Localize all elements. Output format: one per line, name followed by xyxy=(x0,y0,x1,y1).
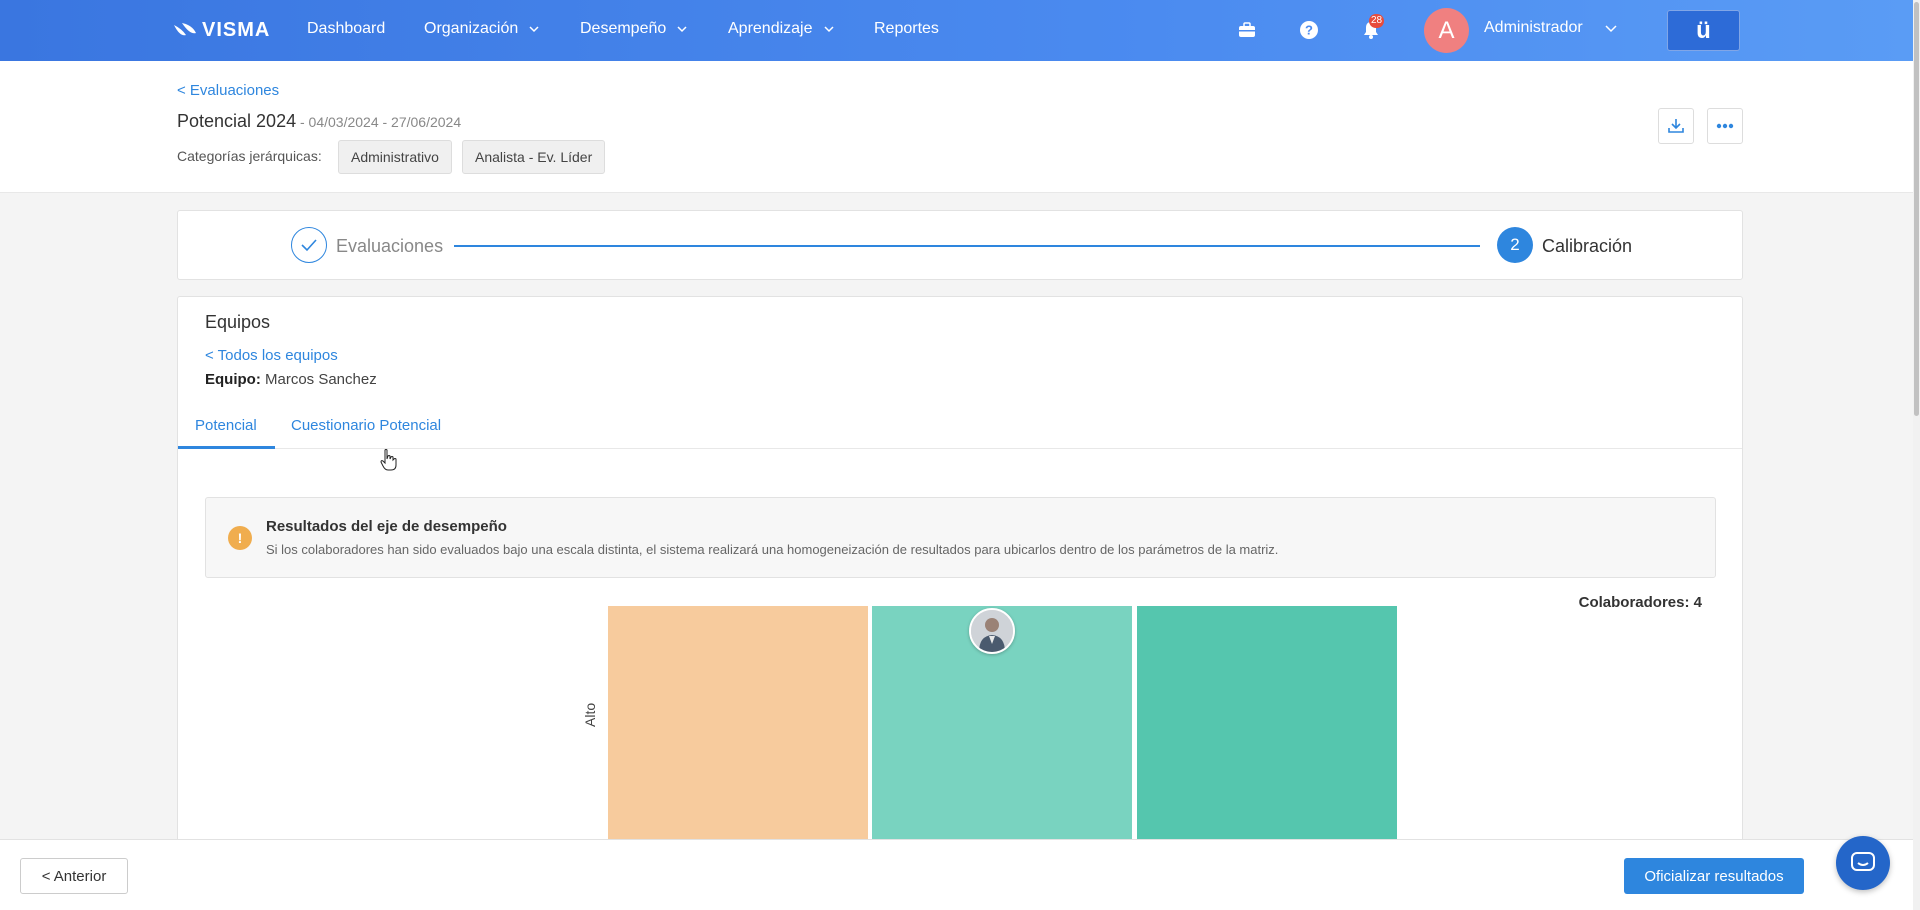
tab-cuestionario-potencial[interactable]: Cuestionario Potencial xyxy=(291,417,441,434)
collaborators-value: 4 xyxy=(1689,594,1702,611)
active-tab-indicator xyxy=(178,446,275,449)
more-options-button[interactable] xyxy=(1707,108,1743,144)
nav-organizacion[interactable]: Organización xyxy=(424,20,540,38)
chevron-down-icon[interactable] xyxy=(1604,24,1618,34)
notification-badge: 28 xyxy=(1369,14,1385,28)
team-name: Marcos Sanchez xyxy=(260,371,377,388)
step-calibracion-number[interactable]: 2 xyxy=(1497,227,1533,263)
teams-card: Equipos < Todos los equipos Equipo: Marc… xyxy=(177,296,1743,910)
page-title: Potencial 2024 - 04/03/2024 - 27/06/2024 xyxy=(177,111,461,132)
ellipsis-icon xyxy=(1716,123,1734,129)
top-navbar: VISMA Dashboard Organización Desempeño A… xyxy=(0,0,1920,61)
warning-icon: ! xyxy=(228,526,252,550)
tabs-bar: Potencial Cuestionario Potencial xyxy=(178,407,1742,449)
user-name[interactable]: Administrador xyxy=(1484,19,1583,37)
step-connector xyxy=(454,245,1480,247)
chevron-down-icon xyxy=(823,26,834,33)
alert-title: Resultados del eje de desempeño xyxy=(266,518,507,535)
nav-desempeno-label: Desempeño xyxy=(580,20,667,37)
alert-text: Si los colaboradores han sido evaluados … xyxy=(266,542,1279,557)
nav-reportes[interactable]: Reportes xyxy=(874,20,939,38)
help-icon[interactable]: ? xyxy=(1298,19,1320,41)
evaluation-title: Potencial 2024 xyxy=(177,111,297,131)
visma-logo-icon xyxy=(174,23,196,36)
step-calibracion-label[interactable]: Calibración xyxy=(1542,236,1632,257)
evaluation-dates: - 04/03/2024 - 27/06/2024 xyxy=(296,114,462,130)
step-evaluaciones-label[interactable]: Evaluaciones xyxy=(336,236,443,257)
visma-logo[interactable]: VISMA xyxy=(172,18,270,42)
collaborators-label: Colaboradores: xyxy=(1578,594,1690,611)
card-title: Equipos xyxy=(205,312,271,332)
user-avatar[interactable]: A xyxy=(1424,8,1469,53)
categories-label: Categorías jerárquicas: xyxy=(177,148,322,164)
svg-text:?: ? xyxy=(1305,23,1313,38)
team-label: Equipo: xyxy=(205,371,261,388)
back-to-evaluaciones-link[interactable]: < Evaluaciones xyxy=(177,82,279,99)
nav-dashboard[interactable]: Dashboard xyxy=(307,20,385,38)
collaborators-count: Colaboradores: 4 xyxy=(1579,594,1702,611)
nav-desempeno[interactable]: Desempeño xyxy=(580,20,688,38)
footer-bar: < Anterior Oficializar resultados xyxy=(0,839,1913,910)
all-teams-link[interactable]: < Todos los equipos xyxy=(205,347,338,364)
officialize-results-button[interactable]: Oficializar resultados xyxy=(1624,858,1804,894)
nav-reportes-label: Reportes xyxy=(874,20,939,37)
tab-potencial[interactable]: Potencial xyxy=(195,417,257,434)
app-switcher-button[interactable]: ü xyxy=(1667,10,1740,51)
download-icon xyxy=(1668,119,1684,133)
step-completed-check-icon[interactable] xyxy=(291,227,327,263)
nav-aprendizaje[interactable]: Aprendizaje xyxy=(728,20,835,38)
hand-cursor-icon xyxy=(380,449,397,471)
matrix-row-label: Alto xyxy=(582,702,598,727)
progress-stepper: Evaluaciones 2 Calibración xyxy=(177,210,1743,280)
collaborator-avatar[interactable] xyxy=(969,608,1015,654)
chevron-down-icon xyxy=(677,26,687,33)
chat-button[interactable] xyxy=(1836,836,1890,890)
nav-aprendizaje-label: Aprendizaje xyxy=(728,20,813,37)
nav-dashboard-label: Dashboard xyxy=(307,20,386,37)
category-chip: Administrativo xyxy=(338,140,452,174)
chat-icon xyxy=(1851,852,1875,871)
previous-button[interactable]: < Anterior xyxy=(20,858,128,894)
logo-text: VISMA xyxy=(202,18,271,41)
nav-organizacion-label: Organización xyxy=(424,20,519,37)
scrollbar-thumb[interactable] xyxy=(1914,2,1919,416)
team-info: Equipo: Marcos Sanchez xyxy=(205,371,377,388)
info-alert: ! Resultados del eje de desempeño Si los… xyxy=(205,497,1716,578)
download-button[interactable] xyxy=(1658,108,1694,144)
briefcase-icon[interactable] xyxy=(1236,19,1258,41)
category-chip: Analista - Ev. Líder xyxy=(462,140,606,174)
chevron-down-icon xyxy=(529,26,539,33)
